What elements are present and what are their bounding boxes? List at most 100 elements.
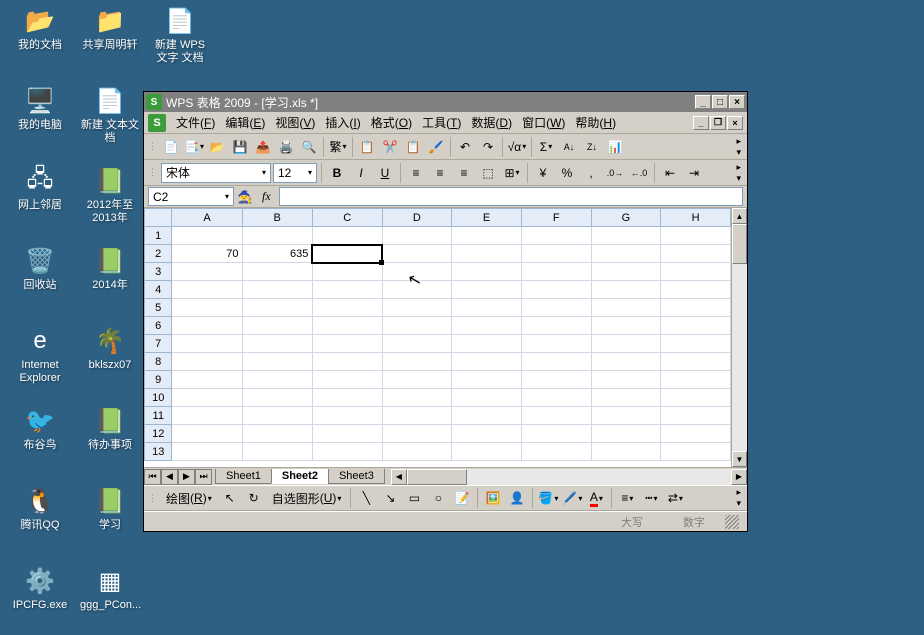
line-style-icon[interactable]: ≡▾ [616,487,638,509]
cell-G12[interactable] [591,425,661,443]
desktop-icon-2012年至2013年[interactable]: 📗2012年至2013年 [80,165,140,225]
desktop-icon-新建 文本文档[interactable]: 📄新建 文本文档 [80,85,140,145]
cell-H11[interactable] [661,407,731,425]
desktop-icon-回收站[interactable]: 🗑️回收站 [10,245,70,292]
redo-icon[interactable]: ↷ [477,136,499,158]
cell-G1[interactable] [591,227,661,245]
sheet-tab-Sheet2[interactable]: Sheet2 [271,469,329,484]
row-header-1[interactable]: 1 [145,227,172,245]
sheet-tab-Sheet3[interactable]: Sheet3 [328,469,385,484]
tab-first-icon[interactable]: ⏮ [144,469,161,485]
draw-menu[interactable]: 绘图(R)▾ [161,487,217,509]
textbox-icon[interactable]: 📝 [451,487,473,509]
cell-B3[interactable] [242,263,312,281]
italic-icon[interactable]: I [350,162,372,184]
save-icon[interactable]: 💾 [229,136,251,158]
col-header-B[interactable]: B [242,209,312,227]
cell-D3[interactable] [382,263,452,281]
menu-H[interactable]: 帮助(H) [570,112,621,133]
cell-D6[interactable] [382,317,452,335]
sort-asc-icon[interactable]: A↓ [558,136,580,158]
cell-A9[interactable] [172,371,242,389]
cell-D4[interactable] [382,281,452,299]
fill-color-icon[interactable]: 🪣▾ [537,487,559,509]
cell-H1[interactable] [661,227,731,245]
draw-overflow[interactable]: ▸▾ [734,487,743,509]
cell-A1[interactable] [172,227,242,245]
desktop-icon-bklszx07[interactable]: 🌴bklszx07 [80,325,140,372]
cell-B5[interactable] [242,299,312,317]
align-left-icon[interactable]: ≡ [405,162,427,184]
cell-F12[interactable] [521,425,591,443]
menu-T[interactable]: 工具(T) [417,112,466,133]
print-icon[interactable]: 🖨️ [275,136,297,158]
cell-B2[interactable]: 635 [242,245,312,263]
tab-prev-icon[interactable]: ◀ [161,469,178,485]
cell-F2[interactable] [521,245,591,263]
select-all-corner[interactable] [145,209,172,227]
merge-icon[interactable]: ⬚ [477,162,499,184]
cell-H3[interactable] [661,263,731,281]
cell-B10[interactable] [242,389,312,407]
row-header-4[interactable]: 4 [145,281,172,299]
cell-F4[interactable] [521,281,591,299]
tab-last-icon[interactable]: ⏭ [195,469,212,485]
desktop-icon-2014年[interactable]: 📗2014年 [80,245,140,292]
cell-C3[interactable] [312,263,382,281]
cell-A10[interactable] [172,389,242,407]
cell-E11[interactable] [452,407,522,425]
cell-B13[interactable] [242,443,312,461]
cell-H13[interactable] [661,443,731,461]
cell-D11[interactable] [382,407,452,425]
cell-D7[interactable] [382,335,452,353]
cell-D1[interactable] [382,227,452,245]
desktop-icon-我的电脑[interactable]: 🖥️我的电脑 [10,85,70,132]
desktop-icon-腾讯QQ[interactable]: 🐧腾讯QQ [10,485,70,532]
row-header-6[interactable]: 6 [145,317,172,335]
cell-B6[interactable] [242,317,312,335]
autoshape-menu[interactable]: 自选图形(U)▾ [267,487,347,509]
mdi-close[interactable]: × [727,116,743,130]
cell-G3[interactable] [591,263,661,281]
currency-icon[interactable]: ¥ [532,162,554,184]
tab-next-icon[interactable]: ▶ [178,469,195,485]
col-header-F[interactable]: F [521,209,591,227]
underline-icon[interactable]: U [374,162,396,184]
menu-I[interactable]: 插入(I) [320,112,365,133]
preview-icon[interactable]: 🔍 [298,136,320,158]
inc-decimal-icon[interactable]: .0→ [604,162,626,184]
align-center-icon[interactable]: ≡ [429,162,451,184]
cell-H12[interactable] [661,425,731,443]
cell-C4[interactable] [312,281,382,299]
rotate-icon[interactable]: ↻ [243,487,265,509]
cell-G6[interactable] [591,317,661,335]
cell-C13[interactable] [312,443,382,461]
mdi-minimize[interactable]: _ [693,116,709,130]
row-header-9[interactable]: 9 [145,371,172,389]
cell-D2[interactable] [382,245,452,263]
menu-W[interactable]: 窗口(W) [517,112,570,133]
scroll-right-icon[interactable]: ▶ [731,469,747,485]
cell-E6[interactable] [452,317,522,335]
dash-style-icon[interactable]: ┅▾ [640,487,662,509]
wizard-icon[interactable]: 🧙 [236,188,254,206]
v-scroll-thumb[interactable] [732,224,747,264]
menu-D[interactable]: 数据(D) [466,112,517,133]
cell-D12[interactable] [382,425,452,443]
cell-A3[interactable] [172,263,242,281]
dec-decimal-icon[interactable]: ←.0 [628,162,650,184]
scroll-left-icon[interactable]: ◀ [391,469,407,485]
inc-indent-icon[interactable]: ⇥ [683,162,705,184]
close-button[interactable]: × [729,95,745,109]
row-header-12[interactable]: 12 [145,425,172,443]
new-icon[interactable]: 📄 [160,136,182,158]
cell-C5[interactable] [312,299,382,317]
col-header-H[interactable]: H [661,209,731,227]
cell-H4[interactable] [661,281,731,299]
sheet-tab-Sheet1[interactable]: Sheet1 [215,469,272,484]
cell-D5[interactable] [382,299,452,317]
cell-C7[interactable] [312,335,382,353]
open-icon[interactable]: 📂 [206,136,228,158]
vertical-scrollbar[interactable]: ▲ ▼ [731,208,747,467]
cell-E2[interactable] [452,245,522,263]
